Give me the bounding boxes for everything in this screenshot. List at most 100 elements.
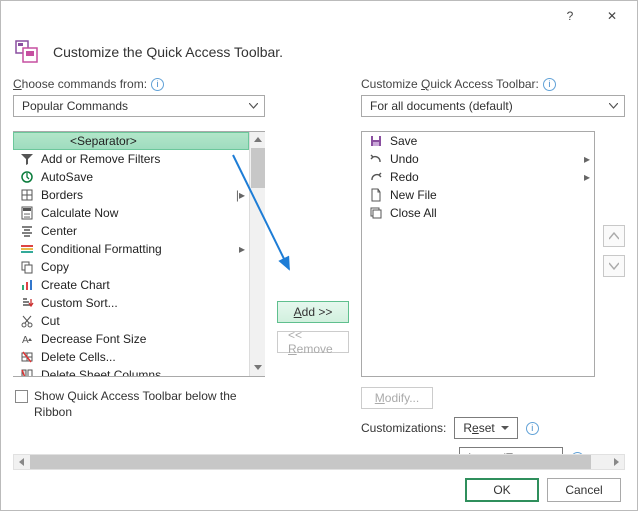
list-item-label: Custom Sort... <box>41 296 118 310</box>
list-item[interactable]: New File <box>362 186 594 204</box>
chevron-down-icon <box>249 103 258 109</box>
chevron-down-icon <box>501 426 509 431</box>
list-item-label: Create Chart <box>41 278 110 292</box>
middle-column: Add >> << Remove <box>277 77 349 469</box>
info-icon[interactable]: i <box>543 78 556 91</box>
combo-value: Popular Commands <box>22 99 128 113</box>
modify-button[interactable]: Modify... <box>361 387 433 409</box>
center-icon <box>19 223 35 239</box>
customizations-label: Customizations: <box>361 421 446 435</box>
list-item[interactable]: Borders |▸ <box>13 186 249 204</box>
list-item[interactable]: <Separator> <box>13 132 249 150</box>
scrollbar-thumb[interactable] <box>251 148 265 188</box>
borders-icon <box>19 187 35 203</box>
list-item-label: AutoSave <box>41 170 93 184</box>
left-column: Choose commands from: i Popular Commands… <box>13 77 265 469</box>
info-icon[interactable]: i <box>526 422 539 435</box>
checkbox[interactable] <box>15 390 28 403</box>
flyout-icon: ▸ <box>584 152 590 166</box>
list-item[interactable]: Add or Remove Filters <box>13 150 249 168</box>
list-item[interactable]: Calculate Now <box>13 204 249 222</box>
choose-commands-combo[interactable]: Popular Commands <box>13 95 265 117</box>
move-up-button[interactable] <box>603 225 625 247</box>
list-item-label: Close All <box>390 206 437 220</box>
scroll-down-icon[interactable] <box>251 360 265 376</box>
list-item-label: Calculate Now <box>41 206 118 220</box>
horizontal-scrollbar[interactable] <box>13 454 625 470</box>
dialog-window: ? ✕ Customize the Quick Access Toolbar. … <box>0 0 638 511</box>
close-button[interactable]: ✕ <box>591 2 633 30</box>
list-item-label: Copy <box>41 260 69 274</box>
list-item[interactable]: Cut <box>13 312 249 330</box>
list-item-label: Cut <box>41 314 60 328</box>
list-item-label: New File <box>390 188 437 202</box>
remove-button[interactable]: << Remove <box>277 331 349 353</box>
list-item-label: Redo <box>390 170 419 184</box>
scroll-up-icon[interactable] <box>251 132 265 148</box>
qat-listbox[interactable]: Save Undo▸ Redo ▸ New File Close All <box>361 131 595 377</box>
customize-qat-label: Customize Quick Access Toolbar: i <box>361 77 625 95</box>
qat-icon <box>15 39 43 65</box>
list-item[interactable]: Copy <box>13 258 249 276</box>
list-item[interactable]: Custom Sort... <box>13 294 249 312</box>
chevron-down-icon <box>609 103 618 109</box>
scroll-right-icon[interactable] <box>608 455 624 469</box>
flyout-icon: |▸ <box>236 188 245 202</box>
show-below-ribbon-label: Show Quick Access Toolbar below the Ribb… <box>34 389 254 420</box>
header: Customize the Quick Access Toolbar. <box>13 37 625 77</box>
titlebar: ? ✕ <box>1 1 637 31</box>
cancel-button[interactable]: Cancel <box>547 478 621 502</box>
deletecells-icon <box>19 349 35 365</box>
list-item[interactable]: Close All <box>362 204 594 222</box>
header-title: Customize the Quick Access Toolbar. <box>53 44 283 60</box>
cut-icon <box>19 313 35 329</box>
conditional-icon <box>19 241 35 257</box>
list-item[interactable]: Conditional Formatting▸ <box>13 240 249 258</box>
autosave-icon <box>19 169 35 185</box>
chart-icon <box>19 277 35 293</box>
none-icon <box>20 133 36 149</box>
scrollbar-thumb[interactable] <box>30 455 591 469</box>
show-below-ribbon-row[interactable]: Show Quick Access Toolbar below the Ribb… <box>13 389 265 420</box>
right-column: Customize Quick Access Toolbar: i For al… <box>361 77 625 469</box>
list-item[interactable]: Center <box>13 222 249 240</box>
commands-listbox[interactable]: <Separator> Add or Remove Filters AutoSave… <box>13 131 265 377</box>
redo-icon <box>368 169 384 185</box>
combo-value: For all documents (default) <box>370 99 513 113</box>
svg-text:A: A <box>22 335 29 346</box>
add-button[interactable]: Add >> <box>277 301 349 323</box>
dialog-content: Customize the Quick Access Toolbar. Choo… <box>1 31 637 510</box>
list-item-label: Borders <box>41 188 83 202</box>
list-item[interactable]: Create Chart <box>13 276 249 294</box>
list-item[interactable]: Delete Sheet Columns <box>13 366 249 376</box>
reset-combo[interactable]: Reset <box>454 417 517 439</box>
list-item-label: Delete Cells... <box>41 350 116 364</box>
list-item[interactable]: A Decrease Font Size <box>13 330 249 348</box>
list-item-label: Decrease Font Size <box>41 332 146 346</box>
reorder-buttons <box>603 225 625 377</box>
customize-qat-combo[interactable]: For all documents (default) <box>361 95 625 117</box>
newfile-icon <box>368 187 384 203</box>
list-item[interactable]: Save <box>362 132 594 150</box>
flyout-icon: ▸ <box>584 170 590 184</box>
dialog-footer: OK Cancel <box>465 478 621 502</box>
customizations-row: Customizations: Reset i <box>361 417 625 439</box>
closeall-icon <box>368 205 384 221</box>
list-item-label: Add or Remove Filters <box>41 152 160 166</box>
list-item[interactable]: Undo▸ <box>362 150 594 168</box>
list-item-label: Delete Sheet Columns <box>41 368 161 376</box>
choose-commands-label: Choose commands from: i <box>13 77 265 95</box>
scroll-left-icon[interactable] <box>14 455 30 469</box>
help-button[interactable]: ? <box>549 2 591 30</box>
list-item[interactable]: Redo ▸ <box>362 168 594 186</box>
ok-button[interactable]: OK <box>465 478 539 502</box>
undo-icon <box>368 151 384 167</box>
fontdec-icon: A <box>19 331 35 347</box>
list-item[interactable]: AutoSave <box>13 168 249 186</box>
move-down-button[interactable] <box>603 255 625 277</box>
list-item-label: Center <box>41 224 77 238</box>
info-icon[interactable]: i <box>151 78 164 91</box>
list-item[interactable]: Delete Cells... <box>13 348 249 366</box>
list-item-label: Save <box>390 134 417 148</box>
scrollbar[interactable] <box>249 132 265 376</box>
